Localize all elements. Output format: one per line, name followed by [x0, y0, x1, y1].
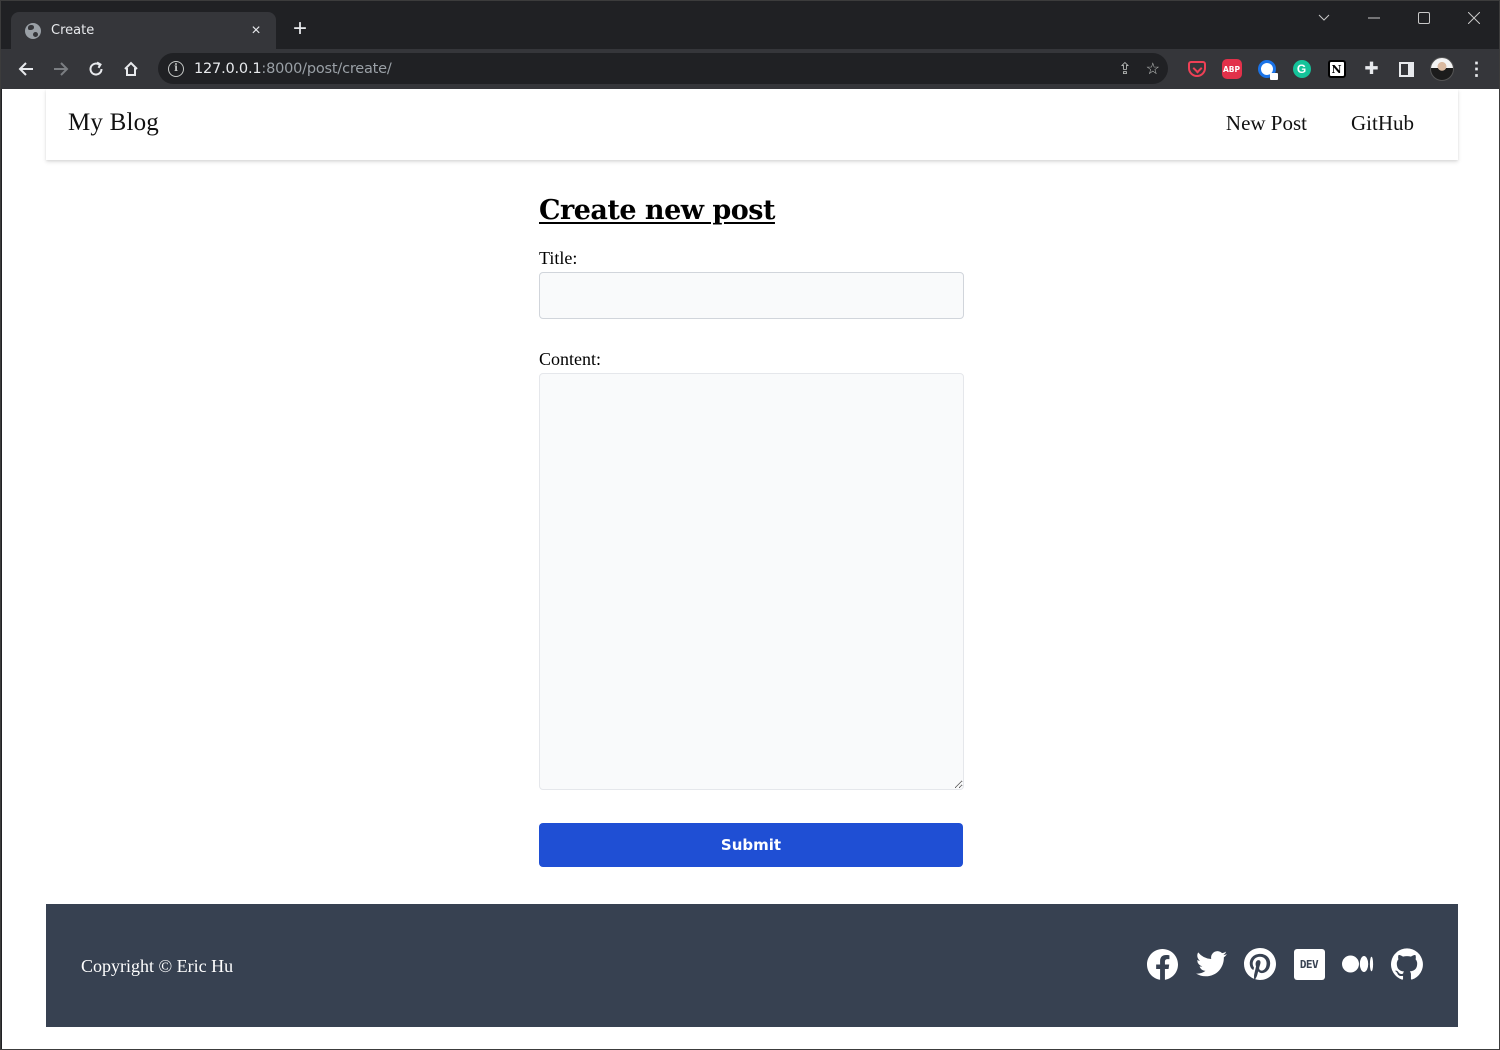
- dev-icon: DEV: [1293, 948, 1325, 980]
- pocket-icon: [1187, 61, 1206, 77]
- home-icon: [124, 61, 138, 76]
- password-lock-icon: [1257, 60, 1278, 80]
- back-button[interactable]: [10, 53, 42, 85]
- grammarly-extension[interactable]: G: [1284, 53, 1319, 85]
- twitter-link[interactable]: [1195, 948, 1227, 980]
- reload-icon: [89, 61, 103, 76]
- nav-links: New Post GitHub: [1226, 111, 1414, 136]
- nav-github-link[interactable]: GitHub: [1351, 111, 1414, 136]
- maximize-button[interactable]: [1399, 1, 1449, 35]
- page-viewport: My Blog New Post GitHub Create new post …: [2, 89, 1499, 1049]
- close-window-button[interactable]: [1449, 1, 1499, 35]
- browser-menu-button[interactable]: ⋮: [1459, 53, 1494, 85]
- side-panel-icon: [1399, 61, 1414, 77]
- more-vert-icon: ⋮: [1467, 58, 1486, 79]
- reload-button[interactable]: [80, 53, 112, 85]
- twitter-icon: [1195, 951, 1227, 977]
- facebook-icon: [1146, 948, 1178, 980]
- new-tab-button[interactable]: +: [287, 15, 313, 43]
- tab-title: Create: [51, 23, 95, 38]
- adblock-extension[interactable]: ABP: [1214, 53, 1249, 85]
- facebook-link[interactable]: [1146, 948, 1178, 980]
- arrow-left-icon: [18, 62, 33, 76]
- medium-link[interactable]: [1342, 948, 1374, 980]
- tab-create[interactable]: Create ×: [11, 12, 276, 49]
- globe-icon: [25, 22, 41, 39]
- pinterest-icon: [1244, 948, 1276, 980]
- star-icon[interactable]: ☆: [1146, 59, 1160, 79]
- maximize-icon: [1418, 12, 1430, 24]
- browser-toolbar: i 127.0.0.1:8000/post/create/ ⇪ ☆ ABP G …: [1, 49, 1499, 89]
- url-host: 127.0.0.1: [194, 60, 262, 77]
- title-label: Title:: [539, 248, 578, 268]
- github-icon: [1391, 948, 1423, 980]
- medium-icon: [1342, 955, 1374, 973]
- nav-new-post-link[interactable]: New Post: [1226, 111, 1307, 136]
- share-icon[interactable]: ⇪: [1118, 59, 1131, 79]
- submit-button[interactable]: Submit: [539, 823, 963, 867]
- url-text[interactable]: 127.0.0.1:8000/post/create/: [194, 61, 392, 77]
- profile-button[interactable]: [1424, 53, 1459, 85]
- copyright-text: Copyright © Eric Hu: [81, 956, 234, 976]
- tab-strip: Create × +: [1, 1, 1499, 49]
- browser-window: Create × + i 127.0.0.1:8000/post/create/…: [0, 0, 1500, 1050]
- info-icon[interactable]: i: [168, 60, 184, 77]
- extensions-area: ABP G N ✚ ⋮: [1179, 53, 1494, 85]
- site-brand-link[interactable]: My Blog: [68, 109, 159, 137]
- dev-link[interactable]: DEV: [1293, 948, 1325, 980]
- github-link[interactable]: [1391, 948, 1423, 980]
- close-icon: [1468, 12, 1480, 24]
- content-textarea[interactable]: [539, 373, 964, 790]
- home-button[interactable]: [115, 53, 147, 85]
- page-title: Create new post: [539, 195, 775, 226]
- address-bar[interactable]: i 127.0.0.1:8000/post/create/ ⇪ ☆: [158, 53, 1168, 84]
- side-panel-button[interactable]: [1389, 53, 1424, 85]
- password-extension[interactable]: [1249, 53, 1284, 85]
- pinterest-link[interactable]: [1244, 948, 1276, 980]
- social-links: DEV: [1146, 948, 1423, 980]
- site-footer: Copyright © Eric Hu DEV: [46, 904, 1458, 1027]
- arrow-right-icon: [54, 62, 69, 76]
- extensions-menu-button[interactable]: ✚: [1354, 53, 1389, 85]
- notion-icon: N: [1327, 60, 1346, 78]
- abp-icon: ABP: [1221, 59, 1242, 79]
- avatar: [1429, 57, 1454, 81]
- minimize-icon: [1368, 17, 1380, 19]
- site-navbar: My Blog New Post GitHub: [46, 89, 1458, 160]
- content-label: Content:: [539, 349, 601, 369]
- title-input[interactable]: [539, 272, 964, 319]
- chevron-down-icon: [1318, 14, 1330, 21]
- tab-close-icon[interactable]: ×: [248, 22, 264, 40]
- tab-search-button[interactable]: [1299, 1, 1349, 35]
- minimize-button[interactable]: [1349, 1, 1399, 35]
- create-post-form: Create new post Title: Content: Submit: [539, 195, 964, 867]
- pocket-extension[interactable]: [1179, 53, 1214, 85]
- omnibox-actions: ⇪ ☆: [1118, 53, 1160, 84]
- url-path: :8000/post/create/: [261, 60, 392, 77]
- notion-extension[interactable]: N: [1319, 53, 1354, 85]
- grammarly-icon: G: [1292, 60, 1311, 78]
- window-controls: [1299, 1, 1499, 35]
- forward-button[interactable]: [45, 53, 77, 85]
- puzzle-icon: ✚: [1364, 59, 1379, 78]
